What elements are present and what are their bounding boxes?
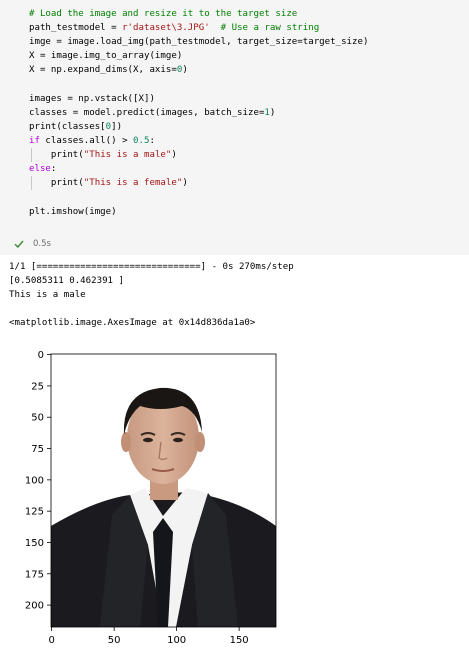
code-token: if (29, 136, 40, 146)
x-tick-label: 150 (230, 635, 249, 646)
indent-guide (31, 148, 32, 162)
code-line[interactable]: print(classes[0]) (29, 120, 122, 134)
code-line[interactable]: X = np.expand_dims(X, axis=0) (29, 63, 188, 77)
code-token: print (50, 178, 79, 188)
code-line[interactable]: print("This is a female") (29, 176, 188, 190)
y-tick-label: 75 (31, 444, 44, 455)
code-token: plt.imshow(imge) (29, 207, 117, 217)
code-token: ]) (111, 122, 123, 132)
code-line[interactable]: plt.imshow(imge) (29, 205, 117, 219)
code-line[interactable]: path_testmodel = r'dataset\3.JPG' # Use … (29, 21, 319, 35)
code-token: "This is a female" (83, 178, 183, 188)
code-line[interactable]: classes = model.predict(images, batch_si… (29, 106, 275, 120)
y-tick-label: 100 (25, 475, 44, 486)
code-cell[interactable]: # Load the image and resize it to the ta… (0, 0, 469, 255)
code-token: images = np.vstack([X]) (29, 94, 155, 104)
code-token: classes = model.predict(images, batch_si… (29, 108, 265, 118)
code-token: () > (105, 136, 134, 146)
code-line[interactable]: else: (29, 162, 56, 176)
code-token: ) (182, 65, 188, 75)
y-tick-label: 50 (31, 413, 44, 424)
x-axis: 0 50 100 150 (48, 627, 249, 646)
y-tick-label: 25 (31, 381, 44, 392)
code-line[interactable]: print("This is a male") (29, 148, 177, 162)
cell-status: 0.5s (14, 237, 51, 251)
output-repr-line: <matplotlib.image.AxesImage at 0x14d836d… (9, 318, 256, 328)
code-token: ) (182, 178, 188, 188)
code-token: : (50, 164, 57, 174)
code-token: print (50, 150, 79, 160)
check-icon (14, 240, 24, 249)
code-token: ) (171, 150, 177, 160)
code-token: # Load the image and resize it to the ta… (29, 9, 298, 19)
code-token: ) (269, 108, 276, 118)
code-token: r'dataset\3.JPG' (122, 23, 210, 33)
y-tick-label: 200 (25, 601, 44, 612)
code-editor[interactable]: # Load the image and resize it to the ta… (0, 0, 469, 228)
code-token: else (29, 164, 51, 174)
code-token: classes. (39, 136, 90, 146)
y-tick-label: 150 (25, 538, 44, 549)
image-plot: 0 25 50 75 100 125 150 175 200 0 50 100 150 (25, 350, 277, 646)
indent-guide (31, 176, 32, 190)
code-token: # Use a raw string (220, 23, 320, 33)
y-tick-label: 125 (25, 507, 44, 518)
output-prediction-line: [0.5085311 0.462391 ] (9, 276, 124, 286)
code-line[interactable]: imge = image.load_img(path_testmodel, ta… (29, 35, 368, 49)
code-token: "This is a male" (83, 150, 172, 160)
x-tick-label: 50 (108, 635, 121, 646)
code-line[interactable]: images = np.vstack([X]) (29, 92, 155, 106)
code-token: all (89, 136, 106, 146)
code-token: path_testmodel = (29, 23, 123, 33)
code-token: imge = image.load_img(path_testmodel, ta… (29, 37, 369, 47)
y-axis: 0 25 50 75 100 125 150 175 200 (25, 350, 51, 612)
execution-time: 0.5s (33, 239, 51, 249)
output-result-line: This is a male (9, 290, 86, 300)
code-line[interactable]: X = image.img_to_array(imge) (29, 49, 182, 63)
x-tick-label: 0 (48, 635, 54, 646)
code-token: : (149, 136, 155, 146)
portrait-photo (51, 354, 276, 627)
code-line[interactable]: if classes.all() > 0.5: (29, 134, 155, 148)
x-tick-label: 100 (167, 635, 186, 646)
code-token: print (29, 122, 57, 132)
y-tick-label: 0 (38, 350, 44, 361)
y-tick-label: 175 (25, 569, 44, 580)
code-token: X = np.expand_dims(X, axis= (29, 65, 177, 75)
output-progress-line: 1/1 [==============================] - 0… (9, 262, 294, 272)
code-line[interactable]: # Load the image and resize it to the ta… (29, 7, 297, 21)
code-token: (classes[ (56, 122, 106, 132)
code-token: X = image.img_to_array(imge) (29, 51, 183, 61)
code-token: 0.5 (133, 136, 150, 146)
